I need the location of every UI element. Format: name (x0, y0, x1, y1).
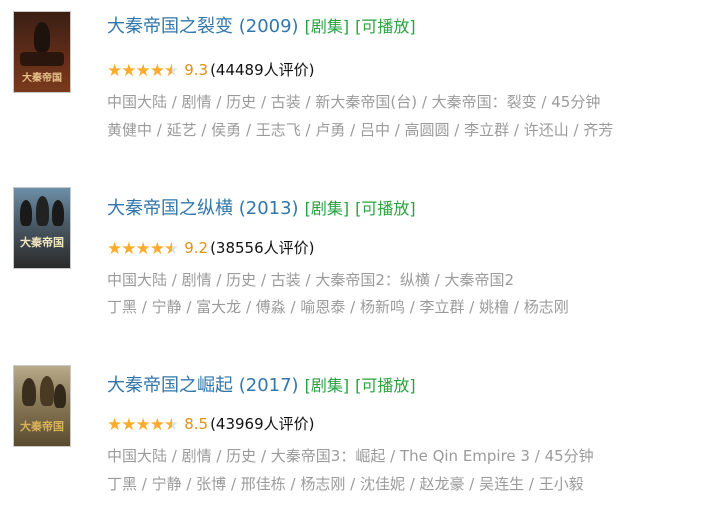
title-line: 大秦帝国之裂变 (2009) [剧集] [可播放] (107, 12, 416, 38)
title-line: 大秦帝国之崛起 (2017) [剧集] [可播放] (107, 371, 416, 397)
poster-caption: 大秦帝国 (20, 420, 64, 433)
star-rating-icon: ★★★★★ (107, 415, 179, 435)
poster-figure (22, 378, 36, 406)
star-rating-icon: ★★★★★ (107, 239, 179, 259)
poster-figure (20, 200, 32, 226)
tag-playable[interactable]: [可播放] (355, 17, 416, 36)
cast-line: 黄健中 / 延艺 / 侯勇 / 王志飞 / 卢勇 / 吕中 / 高圆圆 / 李立… (107, 121, 614, 139)
title-line: 大秦帝国之纵横 (2013) [剧集] [可播放] (107, 194, 416, 220)
tag-playable[interactable]: [可播放] (355, 376, 416, 395)
rating-count: (38556人评价) (210, 239, 315, 257)
poster-figure (36, 196, 49, 226)
cast-line: 丁黑 / 宁静 / 富大龙 / 傅淼 / 喻恩泰 / 杨新鸣 / 李立群 / 姚… (107, 298, 569, 316)
meta-line: 中国大陆 / 剧情 / 历史 / 古装 / 新大秦帝国(台) / 大秦帝国：裂变… (107, 93, 601, 111)
rating-line: ★★★★★ 9.2(38556人评价) (107, 237, 315, 259)
meta-line: 中国大陆 / 剧情 / 历史 / 大秦帝国3：崛起 / The Qin Empi… (107, 447, 594, 465)
tag-playable[interactable]: [可播放] (355, 199, 416, 218)
title-link[interactable]: 大秦帝国之纵横 (2013) (107, 198, 299, 219)
cast-line: 丁黑 / 宁静 / 张博 / 邢佳栋 / 杨志刚 / 沈佳妮 / 赵龙豪 / 吴… (107, 475, 584, 493)
title-link[interactable]: 大秦帝国之崛起 (2017) (107, 375, 299, 396)
title-link[interactable]: 大秦帝国之裂变 (2009) (107, 16, 299, 37)
poster-image[interactable]: 大秦帝国 (13, 11, 71, 93)
rating-score: 9.3 (184, 61, 209, 79)
star-rating-icon: ★★★★★ (107, 61, 179, 81)
poster-image[interactable]: 大秦帝国 (13, 187, 71, 269)
poster-figure (40, 376, 54, 406)
result-item: 大秦帝国 大秦帝国之崛起 (2017) [剧集] [可播放] ★★★★★ 8.5(43… (0, 355, 707, 505)
rating-score: 8.5 (184, 415, 209, 433)
poster-image[interactable]: 大秦帝国 (13, 365, 71, 447)
poster-figure (20, 52, 64, 66)
poster-caption: 大秦帝国 (22, 73, 62, 84)
result-item: 大秦帝国 大秦帝国之纵横 (2013) [剧集] [可播放] ★★★★★ 9.2(38… (0, 178, 707, 328)
poster-caption: 大秦帝国 (20, 236, 64, 249)
meta-line: 中国大陆 / 剧情 / 历史 / 古装 / 大秦帝国2：纵横 / 大秦帝国2 (107, 271, 515, 289)
tag-series[interactable]: [剧集] (305, 17, 350, 36)
tag-series[interactable]: [剧集] (305, 199, 350, 218)
poster-figure (54, 384, 66, 408)
poster-figure (34, 22, 50, 52)
rating-count: (43969人评价) (210, 415, 315, 433)
rating-score: 9.2 (184, 239, 209, 257)
rating-line: ★★★★★ 9.3(44489人评价) (107, 59, 315, 81)
tag-series[interactable]: [剧集] (305, 376, 350, 395)
rating-count: (44489人评价) (210, 61, 315, 79)
result-item: 大秦帝国 大秦帝国之裂变 (2009) [剧集] [可播放] ★★★★★ 9.3(44… (0, 0, 707, 150)
rating-line: ★★★★★ 8.5(43969人评价) (107, 413, 315, 435)
poster-figure (52, 200, 64, 226)
